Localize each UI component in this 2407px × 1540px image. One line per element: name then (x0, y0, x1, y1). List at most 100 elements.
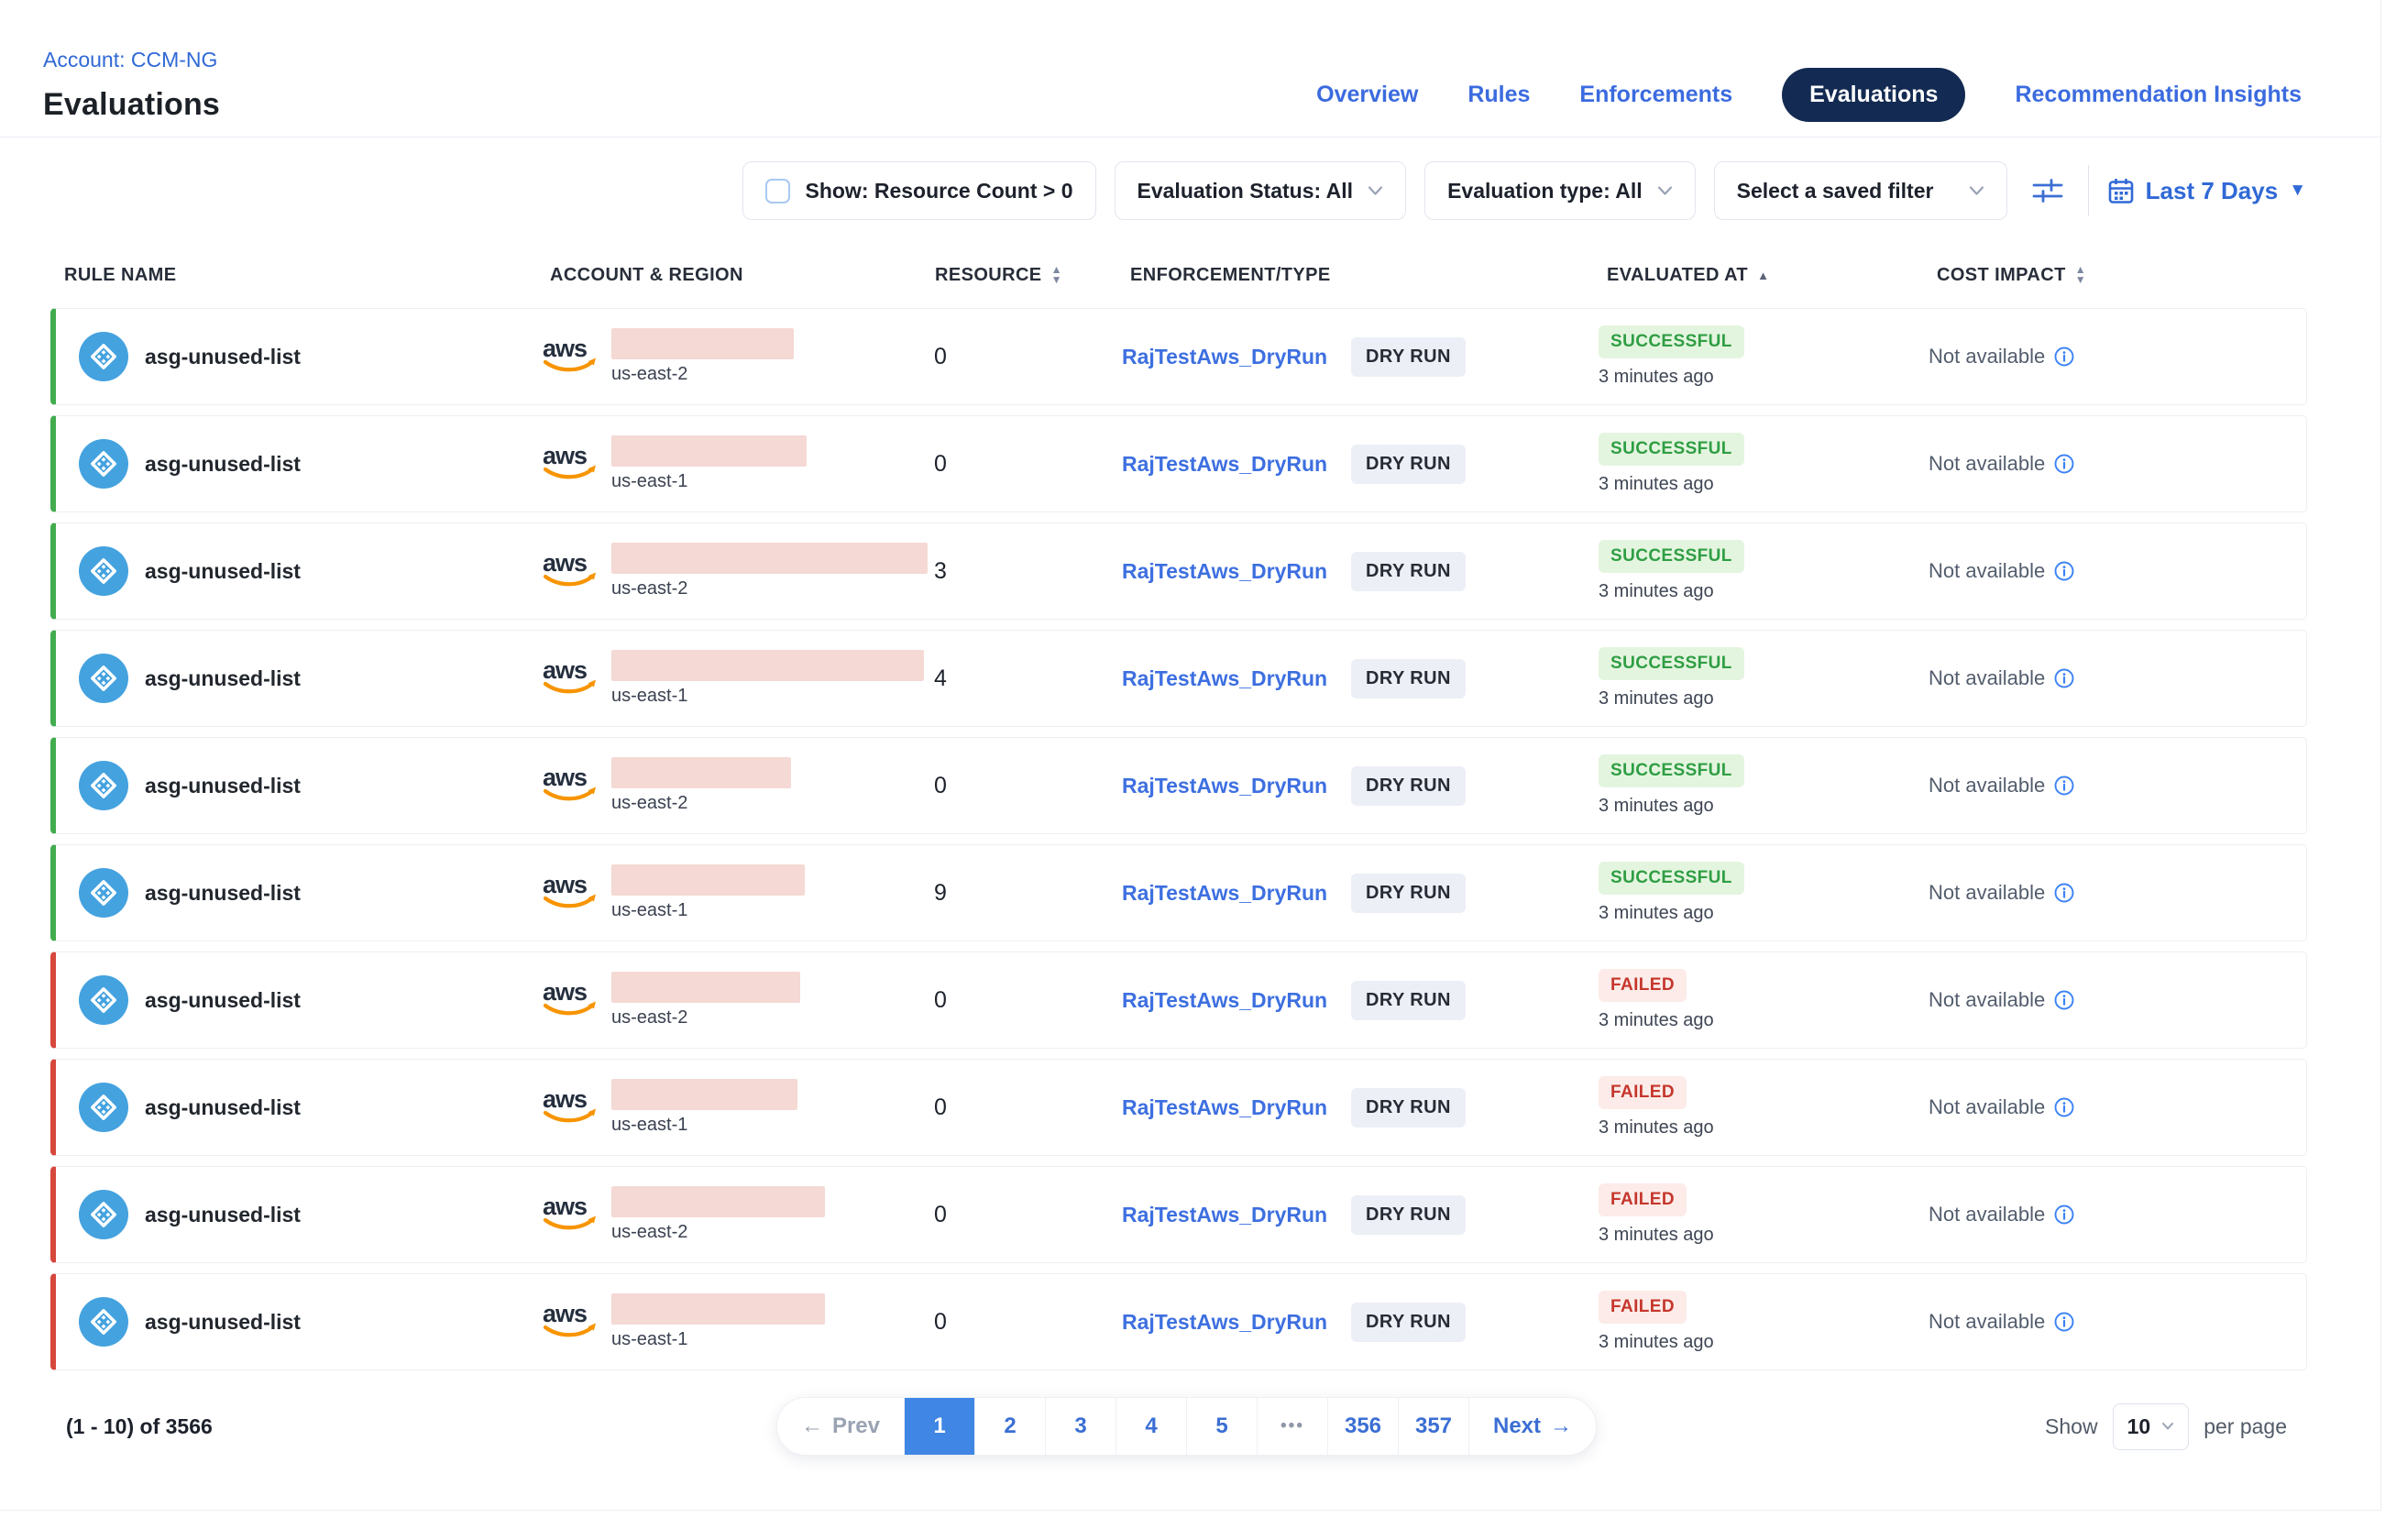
resource-count: 0 (927, 1094, 1122, 1121)
filter-bar: Show: Resource Count > 0 Evaluation Stat… (0, 138, 2380, 242)
account-name-redacted (611, 864, 805, 896)
aws-logo-icon: aws (542, 763, 600, 809)
enforcement-link[interactable]: RajTestAws_DryRun (1122, 1095, 1351, 1120)
info-icon[interactable] (2053, 1311, 2075, 1333)
info-icon[interactable] (2053, 1204, 2075, 1226)
page-size-group: Show 10 per page (1597, 1403, 2307, 1450)
page-button-3[interactable]: 3 (1045, 1398, 1116, 1455)
rule-name: asg-unused-list (145, 988, 301, 1013)
sort-icon[interactable]: ▲▼ (1051, 265, 1062, 285)
pagination-summary: (1 - 10) of 3566 (66, 1414, 776, 1439)
svg-text:aws: aws (543, 442, 587, 469)
column-header-resource[interactable]: RESOURCE▲▼ (935, 265, 1130, 286)
info-icon[interactable] (2053, 882, 2075, 904)
resource-count-checkbox[interactable] (765, 179, 790, 204)
enforcement-link[interactable]: RajTestAws_DryRun (1122, 881, 1351, 906)
page-button-4[interactable]: 4 (1116, 1398, 1186, 1455)
info-icon[interactable] (2053, 453, 2075, 475)
svg-text:aws: aws (543, 764, 587, 791)
table-row[interactable]: asg-unused-list aws us-east-1 0 RajTestA… (50, 1273, 2307, 1370)
account-name-redacted (611, 1079, 797, 1110)
column-header-cost-impact[interactable]: COST IMPACT ▲▼ (1937, 265, 2307, 286)
table-row[interactable]: asg-unused-list aws us-east-1 4 RajTestA… (50, 630, 2307, 727)
svg-text:aws: aws (543, 335, 587, 362)
enforcement-link[interactable]: RajTestAws_DryRun (1122, 666, 1351, 691)
page-size-select[interactable]: 10 (2113, 1403, 2190, 1450)
cost-impact-value: Not available (1929, 774, 2045, 798)
breadcrumb[interactable]: Account: CCM-NG (43, 48, 220, 72)
enforcement-link[interactable]: RajTestAws_DryRun (1122, 1203, 1351, 1227)
prev-page-button[interactable]: ←Prev (777, 1398, 904, 1455)
evaluated-time: 3 minutes ago (1599, 796, 1714, 817)
evaluation-type-badge: DRY RUN (1351, 874, 1466, 913)
info-icon[interactable] (2053, 560, 2075, 582)
info-icon[interactable] (2053, 667, 2075, 689)
table-row[interactable]: asg-unused-list aws us-east-2 0 RajTestA… (50, 1166, 2307, 1263)
aws-logo-icon: aws (542, 548, 600, 595)
table-row[interactable]: asg-unused-list aws us-east-2 3 RajTestA… (50, 522, 2307, 620)
enforcement-link[interactable]: RajTestAws_DryRun (1122, 559, 1351, 584)
column-label: EVALUATED AT (1607, 265, 1748, 286)
governance-rule-icon (79, 332, 128, 381)
rule-name: asg-unused-list (145, 345, 301, 369)
table-row[interactable]: asg-unused-list aws us-east-1 9 RajTestA… (50, 844, 2307, 941)
nav-tab-enforcements[interactable]: Enforcements (1579, 82, 1732, 108)
cost-impact-value: Not available (1929, 1310, 2045, 1334)
enforcement-link[interactable]: RajTestAws_DryRun (1122, 1310, 1351, 1335)
chevron-down-icon (1657, 185, 1673, 196)
page-button-5[interactable]: 5 (1186, 1398, 1257, 1455)
rule-name: asg-unused-list (145, 1203, 301, 1227)
status-badge: FAILED (1599, 1291, 1687, 1324)
saved-filter-placeholder: Select a saved filter (1737, 179, 1934, 204)
enforcement-link[interactable]: RajTestAws_DryRun (1122, 345, 1351, 369)
table-row[interactable]: asg-unused-list aws us-east-1 0 RajTestA… (50, 415, 2307, 512)
evaluation-status-dropdown[interactable]: Evaluation Status: All (1115, 161, 1407, 220)
info-icon[interactable] (2053, 346, 2075, 368)
info-icon[interactable] (2053, 775, 2075, 797)
sort-icon[interactable]: ▲▼ (2075, 265, 2086, 285)
svg-text:aws: aws (543, 978, 587, 1006)
evaluation-type-badge: DRY RUN (1351, 552, 1466, 591)
page-header: Account: CCM-NG Evaluations Overview Rule… (0, 0, 2380, 138)
sort-ascending-icon[interactable]: ▲ (1757, 269, 1769, 282)
column-header-evaluated-at[interactable]: EVALUATED AT ▲ (1607, 265, 1937, 286)
status-badge: SUCCESSFUL (1599, 433, 1744, 466)
filter-settings-button[interactable] (2031, 176, 2064, 205)
nav-tab-recommendation-insights[interactable]: Recommendation Insights (2015, 82, 2302, 108)
cost-impact-value: Not available (1929, 1203, 2045, 1226)
governance-rule-icon (79, 975, 128, 1025)
nav-tab-overview[interactable]: Overview (1316, 82, 1418, 108)
resource-count: 0 (927, 344, 1122, 370)
next-page-button[interactable]: Next→ (1468, 1398, 1596, 1455)
evaluation-type-dropdown[interactable]: Evaluation type: All (1424, 161, 1696, 220)
page-button-357[interactable]: 357 (1398, 1398, 1468, 1455)
pager: ←Prev12345•••356357Next→ (776, 1397, 1597, 1456)
cost-impact-value: Not available (1929, 452, 2045, 476)
table-row[interactable]: asg-unused-list aws us-east-2 0 RajTestA… (50, 952, 2307, 1049)
nav-tab-evaluations[interactable]: Evaluations (1782, 68, 1965, 122)
saved-filter-dropdown[interactable]: Select a saved filter (1714, 161, 2007, 220)
page-button-1[interactable]: 1 (904, 1398, 974, 1455)
enforcement-link[interactable]: RajTestAws_DryRun (1122, 452, 1351, 477)
enforcement-link[interactable]: RajTestAws_DryRun (1122, 988, 1351, 1013)
table-body: asg-unused-list aws us-east-2 0 RajTestA… (50, 308, 2307, 1370)
nav-tab-rules[interactable]: Rules (1467, 82, 1530, 108)
enforcement-link[interactable]: RajTestAws_DryRun (1122, 774, 1351, 798)
aws-logo-icon: aws (542, 1192, 600, 1238)
evaluated-time: 3 minutes ago (1599, 474, 1714, 495)
info-icon[interactable] (2053, 1096, 2075, 1118)
column-label: COST IMPACT (1937, 265, 2066, 286)
table-row[interactable]: asg-unused-list aws us-east-2 0 RajTestA… (50, 308, 2307, 405)
resource-count-filter[interactable]: Show: Resource Count > 0 (742, 161, 1095, 220)
page-button-2[interactable]: 2 (974, 1398, 1045, 1455)
resource-count-filter-label: Show: Resource Count > 0 (805, 179, 1072, 204)
table-row[interactable]: asg-unused-list aws us-east-2 0 RajTestA… (50, 737, 2307, 834)
evaluated-time: 3 minutes ago (1599, 903, 1714, 924)
evaluated-time: 3 minutes ago (1599, 367, 1714, 388)
date-range-picker[interactable]: Last 7 Days ▼ (2107, 177, 2306, 205)
page-button-356[interactable]: 356 (1327, 1398, 1398, 1455)
table-row[interactable]: asg-unused-list aws us-east-1 0 RajTestA… (50, 1059, 2307, 1156)
status-badge: SUCCESSFUL (1599, 754, 1744, 787)
info-icon[interactable] (2053, 989, 2075, 1011)
pager-ellipsis[interactable]: ••• (1257, 1398, 1327, 1455)
